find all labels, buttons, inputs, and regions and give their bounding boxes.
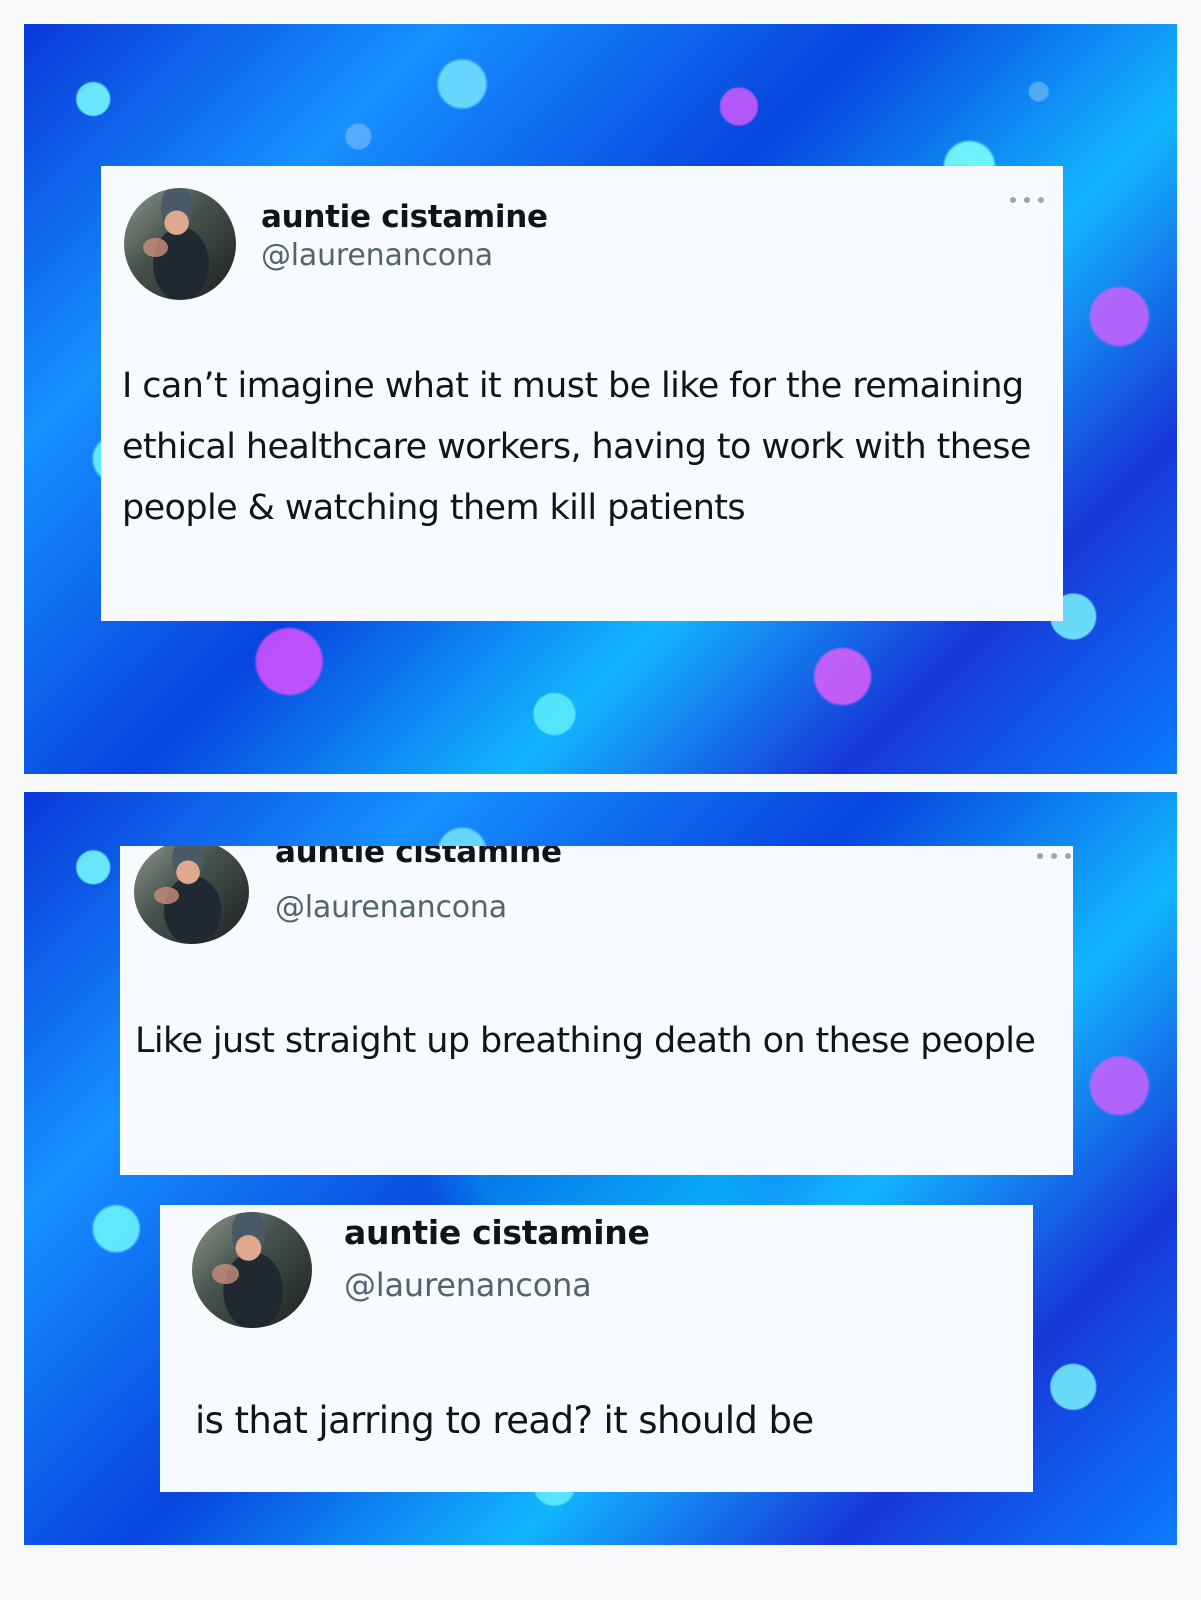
tweet-card-1[interactable]: auntie cistamine @laurenancona I can’t i… [101, 166, 1063, 621]
profile-avatar[interactable] [134, 846, 249, 944]
more-dot-icon [1024, 197, 1030, 203]
tweet-text: is that jarring to read? it should be [195, 1399, 814, 1442]
tweet-text: Like just straight up breathing death on… [135, 1021, 1036, 1061]
screenshot-collage: auntie cistamine @laurenancona I can’t i… [0, 0, 1201, 1600]
more-dot-icon [1051, 853, 1057, 859]
more-dot-icon [1037, 853, 1043, 859]
profile-avatar[interactable] [124, 188, 236, 300]
display-name[interactable]: auntie cistamine [344, 1213, 650, 1252]
bottom-background-panel: auntie cistamine @laurenancona Like just… [24, 792, 1177, 1545]
tweet-card-3[interactable]: auntie cistamine @laurenancona is that j… [160, 1205, 1033, 1492]
more-options-icon[interactable] [1010, 192, 1044, 208]
user-handle[interactable]: @laurenancona [275, 890, 507, 925]
user-handle[interactable]: @laurenancona [261, 238, 493, 273]
display-name[interactable]: auntie cistamine [275, 846, 562, 870]
more-dot-icon [1065, 853, 1071, 859]
more-dot-icon [1038, 197, 1044, 203]
top-background-panel: auntie cistamine @laurenancona I can’t i… [24, 24, 1177, 774]
tweet-card-2[interactable]: auntie cistamine @laurenancona Like just… [120, 846, 1073, 1175]
user-handle[interactable]: @laurenancona [344, 1266, 592, 1304]
tweet-text: I can’t imagine what it must be like for… [122, 366, 1031, 528]
display-name[interactable]: auntie cistamine [261, 199, 548, 235]
more-dot-icon [1010, 197, 1016, 203]
profile-avatar[interactable] [192, 1212, 312, 1328]
more-options-icon[interactable] [1037, 848, 1071, 864]
